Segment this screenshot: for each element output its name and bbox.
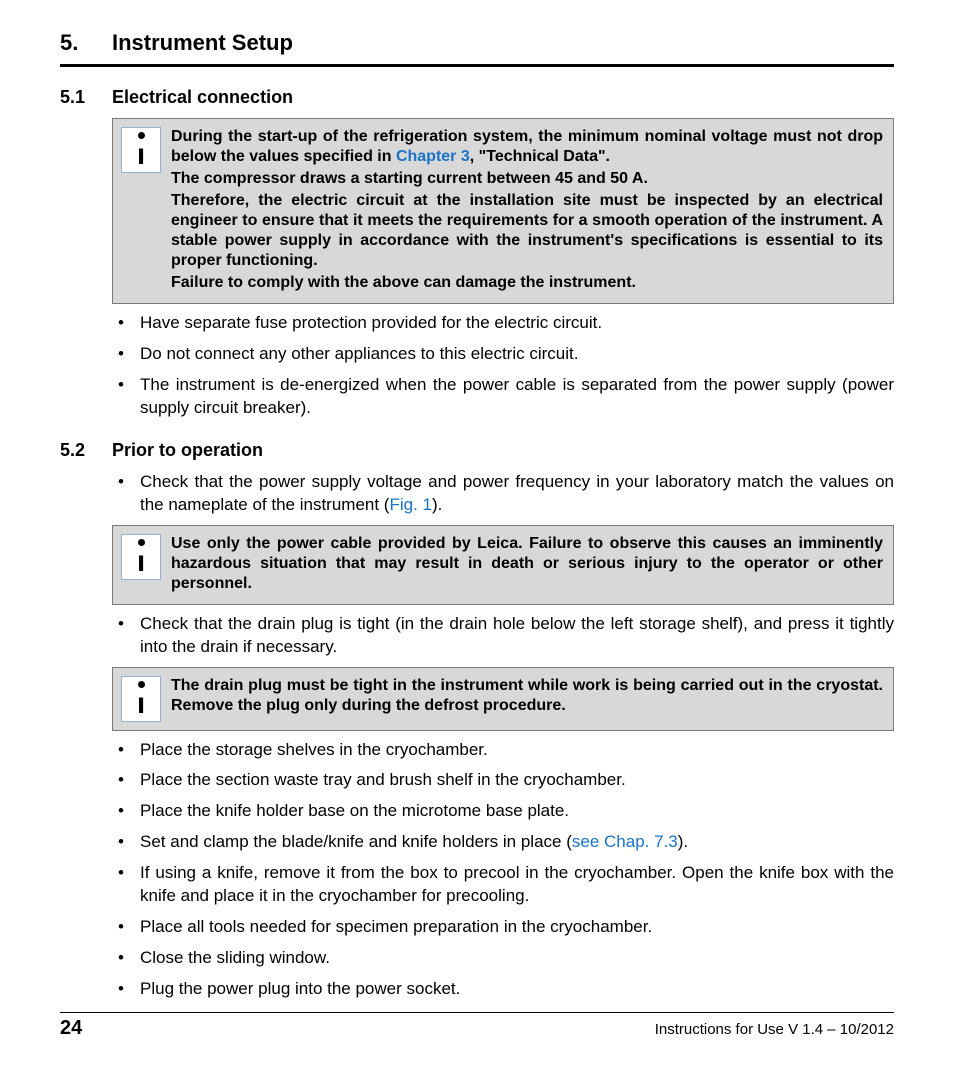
info-note-2: ı Use only the power cable provided by L… <box>112 525 894 605</box>
section-number: 5.1 <box>60 87 112 108</box>
info-icon: ı <box>121 127 161 173</box>
page-footer: 24 Instructions for Use V 1.4 – 10/2012 <box>60 1012 894 1040</box>
list-item: Set and clamp the blade/knife and knife … <box>112 831 894 854</box>
section-5-2-header: 5.2 Prior to operation <box>60 440 894 461</box>
list-item: The instrument is de-energized when the … <box>112 374 894 420</box>
page-number: 24 <box>60 1017 82 1040</box>
list-item: Place all tools needed for specimen prep… <box>112 916 894 939</box>
footer-text: Instructions for Use V 1.4 – 10/2012 <box>655 1021 894 1038</box>
list-item: Place the section waste tray and brush s… <box>112 769 894 792</box>
list-item: Plug the power plug into the power socke… <box>112 978 894 1001</box>
chapter-number: 5. <box>60 30 112 56</box>
info-icon: ı <box>121 534 161 580</box>
list-item: Place the storage shelves in the cryocha… <box>112 739 894 762</box>
list-item: Do not connect any other appliances to t… <box>112 343 894 366</box>
info-note-1-text: During the start-up of the refrigeration… <box>171 127 883 295</box>
section-title: Electrical connection <box>112 87 293 108</box>
bullets-5-2-main: Place the storage shelves in the cryocha… <box>112 739 894 1001</box>
info-icon: ı <box>121 676 161 722</box>
section-number: 5.2 <box>60 440 112 461</box>
list-item: Close the sliding window. <box>112 947 894 970</box>
link-chap-7-3[interactable]: see Chap. 7.3 <box>572 832 678 851</box>
section-5-1-header: 5.1 Electrical connection <box>60 87 894 108</box>
list-item: Check that the drain plug is tight (in t… <box>112 613 894 659</box>
list-item: If using a knife, remove it from the box… <box>112 862 894 908</box>
link-chapter-3[interactable]: Chapter 3 <box>396 148 470 165</box>
link-fig-1[interactable]: Fig. 1 <box>389 495 432 514</box>
info-note-3-text: The drain plug must be tight in the inst… <box>171 676 883 722</box>
info-note-2-text: Use only the power cable provided by Lei… <box>171 534 883 596</box>
section-title: Prior to operation <box>112 440 263 461</box>
list-item: Check that the power supply voltage and … <box>112 471 894 517</box>
bullets-5-1: Have separate fuse protection provided f… <box>112 312 894 420</box>
chapter-header: 5. Instrument Setup <box>60 30 894 62</box>
header-rule <box>60 64 894 67</box>
info-note-1: ı During the start-up of the refrigerati… <box>112 118 894 304</box>
chapter-title: Instrument Setup <box>112 30 293 56</box>
bullets-5-2-drain: Check that the drain plug is tight (in t… <box>112 613 894 659</box>
info-note-3: ı The drain plug must be tight in the in… <box>112 667 894 731</box>
list-item: Have separate fuse protection provided f… <box>112 312 894 335</box>
bullets-5-2-intro: Check that the power supply voltage and … <box>112 471 894 517</box>
list-item: Place the knife holder base on the micro… <box>112 800 894 823</box>
